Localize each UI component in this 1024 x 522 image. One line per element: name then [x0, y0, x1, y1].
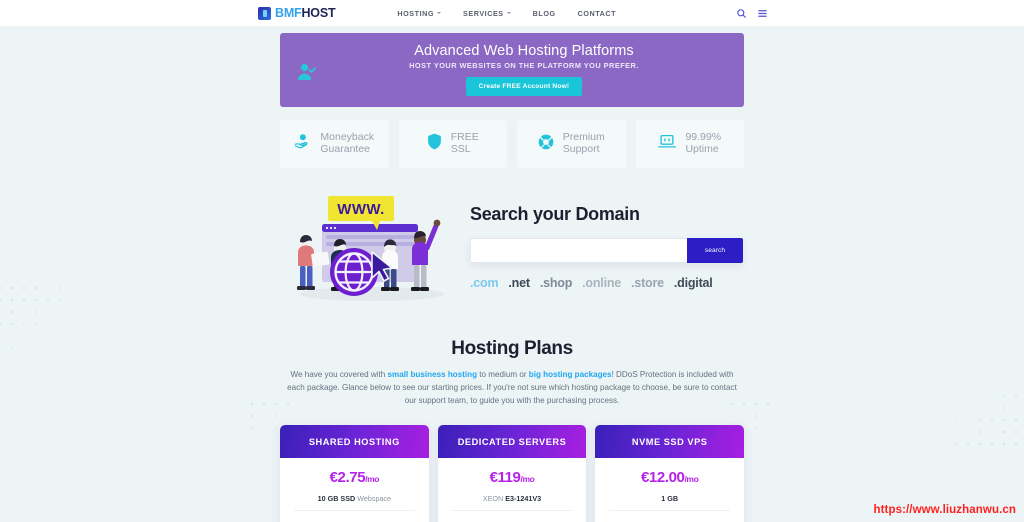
pricing-card-shared-hosting-title: SHARED HOSTING	[280, 425, 429, 459]
feature-card-free-ssl-label: FREE SSL	[450, 131, 479, 155]
laptop-icon	[658, 134, 677, 155]
pricing-card-nvme-ssd-vps-price: €12.00/mo	[640, 469, 699, 487]
pricing-card-dedicated-servers[interactable]: DEDICATED SERVERS €119/mo XEON E3-1241V3	[437, 425, 587, 522]
main-nav: HOSTING SERVICES BLOG CONTACT	[397, 9, 616, 18]
hero-banner: Advanced Web Hosting Platforms HOST YOUR…	[280, 33, 744, 107]
site-logo[interactable]: BMFHOST	[258, 6, 336, 20]
nav-item-services[interactable]: SERVICES	[463, 9, 511, 18]
chevron-down-icon	[437, 12, 442, 14]
feature-card-moneyback-label: Moneyback Guarantee	[320, 131, 375, 155]
feature-card-free-ssl[interactable]: FREE SSL	[398, 120, 507, 168]
hero-title: Advanced Web Hosting Platforms	[414, 43, 634, 59]
lifebuoy-icon	[538, 134, 554, 155]
domain-search-section: WWW. Search your Domain search .com .net…	[280, 190, 744, 310]
svg-text:WWW.: WWW.	[337, 201, 384, 218]
pricing-card-nvme-ssd-vps-spec-1	[609, 511, 730, 522]
domain-search-title: Search your Domain	[470, 204, 640, 224]
feature-card-uptime[interactable]: 99.99% Uptime	[635, 120, 744, 168]
logo-text-bmf: BMF	[275, 6, 302, 20]
nav-item-contact-label: CONTACT	[577, 8, 617, 18]
pricing-card-dedicated-servers-spec-1	[452, 511, 573, 522]
pricing-card-nvme-ssd-vps-title: NVME SSD VPS	[595, 425, 745, 459]
pricing-card-dedicated-servers-title: DEDICATED SERVERS	[437, 425, 587, 459]
nav-item-hosting-label: HOSTING	[397, 8, 435, 18]
nav-item-blog[interactable]: BLOG	[533, 9, 556, 18]
logo-text-host: HOST	[301, 6, 336, 20]
tld-store[interactable]: .store	[631, 276, 664, 290]
feature-card-moneyback[interactable]: Moneyback Guarantee	[280, 120, 389, 168]
link-big-hosting-packages[interactable]: big hosting packages	[529, 370, 612, 379]
domain-search-button[interactable]: search	[687, 238, 743, 263]
logo-square-icon	[258, 6, 271, 20]
web-domain-illustration: WWW.	[280, 190, 462, 310]
page-root: BMFHOST HOSTING SERVICES BLOG CONTACT Ad…	[0, 0, 1024, 522]
pricing-card-nvme-ssd-vps-spec-0: 1 GB	[609, 486, 731, 512]
nav-item-contact[interactable]: CONTACT	[578, 9, 616, 18]
pricing-card-shared-hosting-spec-1	[294, 511, 415, 522]
pricing-card-shared-hosting[interactable]: SHARED HOSTING €2.75/mo 10 GB SSD Webspa…	[280, 425, 429, 522]
feature-card-premium-support-label: Premium Support	[562, 131, 605, 155]
tld-list: .com .net .shop .online .store .digital	[470, 276, 744, 290]
chevron-down-icon	[506, 12, 511, 14]
watermark-url: https://www.liuzhanwu.cn	[873, 504, 1016, 516]
nav-item-hosting[interactable]: HOSTING	[397, 8, 442, 18]
search-icon[interactable]	[736, 8, 747, 19]
create-free-account-button[interactable]: Create FREE Account Now!	[465, 76, 583, 96]
site-header: BMFHOST HOSTING SERVICES BLOG CONTACT	[0, 0, 1024, 27]
money-hand-icon	[294, 133, 311, 155]
pricing-card-shared-hosting-price: €2.75/mo	[329, 469, 380, 487]
nav-item-blog-label: BLOG	[532, 8, 556, 18]
tld-digital[interactable]: .digital	[674, 276, 713, 290]
pricing-card-dedicated-servers-price: €119/mo	[489, 469, 535, 487]
tld-shop[interactable]: .shop	[540, 276, 573, 290]
decorative-dots-right	[950, 330, 1024, 450]
feature-cards: Moneyback Guarantee FREE SSL Premium Sup…	[280, 120, 744, 168]
pricing-cards: SHARED HOSTING €2.75/mo 10 GB SSD Webspa…	[280, 425, 745, 522]
hamburger-menu-icon[interactable]	[757, 8, 768, 19]
pricing-card-nvme-ssd-vps[interactable]: NVME SSD VPS €12.00/mo 1 GB	[595, 425, 745, 522]
tld-com[interactable]: .com	[470, 276, 499, 290]
hosting-plans-header: Hosting Plans We have you covered with s…	[280, 338, 744, 407]
domain-search-form: search	[470, 238, 743, 263]
hero-subtitle: HOST YOUR WEBSITES ON THE PLATFORM YOU P…	[409, 60, 639, 70]
nav-item-services-label: SERVICES	[463, 8, 504, 18]
page-title: Hosting Plans	[451, 338, 573, 359]
tld-online[interactable]: .online	[582, 276, 621, 290]
hosting-plans-description: We have you covered with small business …	[287, 370, 737, 406]
decorative-dots-left	[0, 282, 74, 400]
feature-card-premium-support[interactable]: Premium Support	[517, 120, 626, 168]
shield-icon	[427, 133, 442, 155]
domain-search-input[interactable]	[470, 238, 687, 263]
feature-card-uptime-label: 99.99% Uptime	[685, 131, 722, 155]
pricing-card-shared-hosting-spec-0: 10 GB SSD Webspace	[294, 486, 415, 512]
tld-net[interactable]: .net	[508, 276, 530, 290]
logo-text: BMFHOST	[275, 6, 336, 20]
pricing-card-dedicated-servers-spec-0: XEON E3-1241V3	[451, 486, 573, 512]
link-small-business-hosting[interactable]: small business hosting	[388, 370, 478, 379]
